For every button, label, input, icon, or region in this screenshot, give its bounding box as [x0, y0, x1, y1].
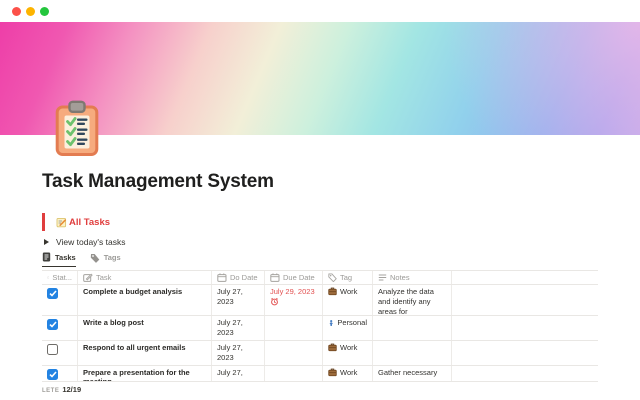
callout-text: All Tasks — [69, 216, 111, 228]
cell-notes[interactable]: Analyze the data and identify any areas … — [373, 285, 452, 315]
column-header-notes[interactable]: Notes — [373, 271, 452, 284]
cell-due-date[interactable] — [265, 316, 323, 340]
cell-do-date[interactable]: July 27, — [212, 366, 265, 381]
tag-label: Personal — [337, 318, 367, 327]
cell-do-date[interactable]: July 27, 2023 — [212, 285, 265, 315]
toggle-view-todays-tasks[interactable]: View today's tasks — [44, 237, 126, 247]
minimize-button[interactable] — [26, 6, 35, 16]
check-icon — [48, 321, 57, 328]
tab-tasks-label: Tasks — [55, 252, 76, 262]
zoom-button[interactable] — [40, 6, 49, 16]
column-header-label: Do Date — [230, 273, 258, 282]
cell-due-date[interactable] — [265, 366, 323, 381]
page-icon[interactable] — [55, 100, 99, 157]
cell-due-date[interactable] — [265, 341, 323, 365]
check-icon — [48, 371, 57, 378]
tag-label: Work — [340, 287, 358, 296]
page-title: Task Management System — [42, 171, 274, 192]
person-icon — [329, 320, 333, 326]
tag-label: Work — [340, 343, 358, 352]
close-button[interactable] — [12, 6, 21, 16]
edit-icon — [83, 273, 93, 282]
cell-empty[interactable] — [452, 316, 598, 340]
briefcase-icon — [328, 287, 337, 296]
document-icon — [42, 252, 51, 262]
tab-tags[interactable]: Tags — [90, 252, 121, 267]
column-header-label: Notes — [390, 273, 410, 282]
column-header-label: Due Date — [283, 273, 315, 282]
cell-status — [42, 341, 78, 365]
table-row: Write a blog post July 27, 2023 Personal — [42, 316, 598, 341]
cell-notes[interactable]: Gather necessary — [373, 366, 452, 381]
cell-task[interactable]: Prepare a presentation for the meeting — [78, 366, 212, 381]
tab-tasks[interactable]: Tasks — [42, 252, 76, 267]
table-footer-calculation[interactable]: LETE 12/19 — [42, 385, 81, 394]
due-date-text: July 29, 2023 — [270, 287, 315, 296]
status-icon — [47, 276, 50, 279]
toggle-label: View today's tasks — [56, 237, 126, 247]
check-icon — [48, 290, 57, 297]
cell-task[interactable]: Write a blog post — [78, 316, 212, 340]
cell-status — [42, 316, 78, 340]
cell-do-date[interactable]: July 27, 2023 — [212, 341, 265, 365]
column-header-do-date[interactable]: Do Date — [212, 271, 265, 284]
briefcase-icon — [328, 343, 337, 352]
checkbox-unchecked[interactable] — [47, 344, 58, 355]
all-tasks-callout: All Tasks — [42, 213, 110, 231]
tag-label: Work — [340, 368, 358, 377]
notes-icon — [378, 274, 387, 281]
cell-empty[interactable] — [452, 366, 598, 381]
cell-empty[interactable] — [452, 341, 598, 365]
table-row: Prepare a presentation for the meeting J… — [42, 366, 598, 382]
column-header-tag[interactable]: Tag — [323, 271, 373, 284]
window-titlebar — [0, 0, 640, 22]
tag-icon — [90, 253, 100, 263]
cell-notes[interactable] — [373, 341, 452, 365]
alarm-clock-icon — [271, 297, 278, 306]
checkbox-checked[interactable] — [47, 319, 58, 330]
table-header-row: Stat... Task Do Date Due Date Tag Notes — [42, 270, 598, 285]
tag-icon — [328, 273, 337, 282]
cell-tag[interactable]: Work — [323, 366, 373, 381]
cell-tag[interactable]: Personal — [323, 316, 373, 340]
column-header-label: Task — [96, 273, 112, 282]
column-header-due-date[interactable]: Due Date — [265, 271, 323, 284]
checkbox-checked[interactable] — [47, 288, 58, 299]
tab-tags-label: Tags — [103, 253, 121, 262]
view-tabs: Tasks Tags — [42, 252, 121, 267]
checkbox-checked[interactable] — [47, 369, 58, 380]
clipboard-icon — [55, 100, 99, 156]
cell-tag[interactable]: Work — [323, 341, 373, 365]
cell-notes[interactable] — [373, 316, 452, 340]
cell-task[interactable]: Complete a budget analysis — [78, 285, 212, 315]
cell-empty[interactable] — [452, 285, 598, 315]
calendar-icon — [270, 273, 280, 282]
cell-task[interactable]: Respond to all urgent emails — [78, 341, 212, 365]
column-header-status[interactable]: Stat... — [42, 271, 78, 284]
column-header-label: Stat... — [52, 273, 72, 282]
column-header-empty[interactable] — [452, 271, 598, 284]
table-row: Complete a budget analysis July 27, 2023… — [42, 285, 598, 316]
column-header-label: Tag — [340, 273, 353, 282]
calc-label: LETE — [42, 388, 60, 394]
toggle-triangle-icon[interactable] — [44, 239, 49, 245]
cell-tag[interactable]: Work — [323, 285, 373, 315]
cell-status — [42, 285, 78, 315]
briefcase-icon — [328, 368, 337, 377]
table-row: Respond to all urgent emails July 27, 20… — [42, 341, 598, 366]
column-header-task[interactable]: Task — [78, 271, 212, 284]
cell-do-date[interactable]: July 27, 2023 — [212, 316, 265, 340]
cell-status — [42, 366, 78, 381]
calendar-icon — [217, 273, 227, 282]
tasks-table: Stat... Task Do Date Due Date Tag Notes … — [42, 270, 598, 382]
cell-due-date[interactable]: July 29, 2023 — [265, 285, 323, 315]
memo-icon — [56, 217, 67, 227]
calc-value: 12/19 — [62, 385, 82, 394]
